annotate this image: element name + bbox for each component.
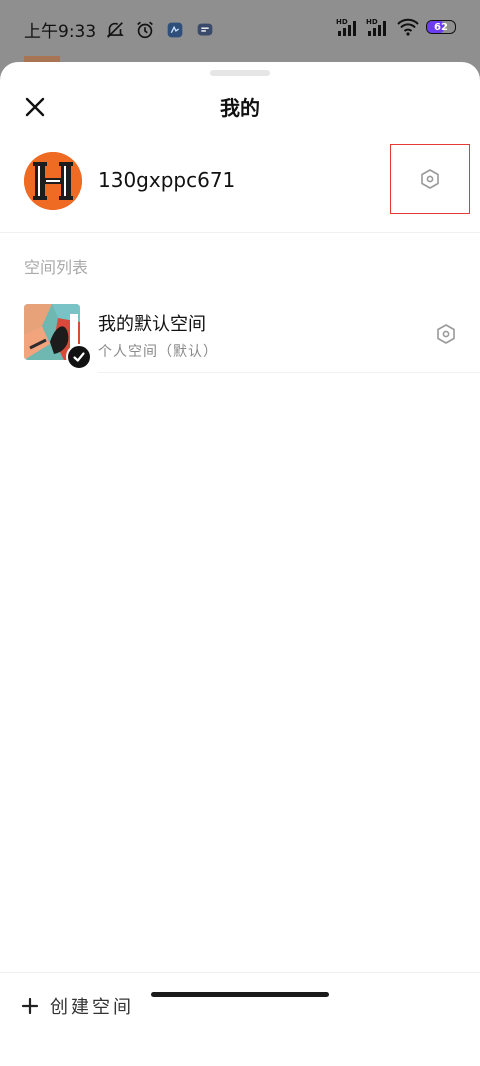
space-list-label: 空间列表: [24, 258, 89, 277]
svg-text:HD: HD: [366, 18, 378, 26]
wifi-icon: [397, 18, 419, 36]
space-settings-button[interactable]: [432, 320, 460, 348]
app-notification-icon: [167, 22, 183, 37]
space-subtitle: 个人空间（默认）: [98, 344, 218, 360]
alarm-icon: [137, 21, 154, 38]
check-icon: [73, 352, 85, 362]
bottom-bar: 创建空间: [0, 972, 480, 1049]
space-name: 我的默认空间: [98, 314, 206, 335]
message-icon: [197, 23, 213, 35]
create-space-button[interactable]: 创建空间: [20, 993, 134, 1019]
status-left: 上午9:33: [24, 17, 216, 42]
mute-bell-icon: [107, 21, 125, 38]
status-bar: 上午9:33 HD HD 62: [0, 0, 480, 60]
status-time: 上午9:33: [24, 22, 97, 42]
hd-signal-icon: HD: [366, 18, 386, 36]
bottom-sheet: 我的 130gxppc671 空间列表 我的默认空间 个人空间（默认） 创建空间: [0, 62, 480, 1066]
create-space-label: 创建空间: [50, 997, 134, 1018]
sheet-grabber[interactable]: [210, 70, 270, 76]
home-indicator[interactable]: [151, 992, 329, 997]
profile-row[interactable]: 130gxppc671: [0, 142, 480, 233]
gear-icon: [437, 324, 455, 344]
selected-check-badge: [66, 344, 92, 370]
gear-icon: [421, 169, 439, 189]
page-title: 我的: [220, 96, 260, 120]
profile-settings-button[interactable]: [390, 144, 470, 214]
svg-text:HD: HD: [336, 18, 348, 26]
battery-icon: 62: [426, 20, 456, 34]
header: 我的: [0, 84, 480, 130]
divider: [98, 372, 480, 373]
avatar-h-logo: [24, 152, 82, 210]
avatar[interactable]: [24, 152, 82, 210]
username: 130gxppc671: [98, 168, 236, 192]
hd-signal-icon: HD: [336, 18, 356, 36]
space-list-item[interactable]: 我的默认空间 个人空间（默认）: [0, 300, 480, 374]
battery-level: 62: [434, 21, 448, 33]
status-right: HD HD 62: [336, 17, 456, 37]
plus-icon: [21, 997, 39, 1015]
